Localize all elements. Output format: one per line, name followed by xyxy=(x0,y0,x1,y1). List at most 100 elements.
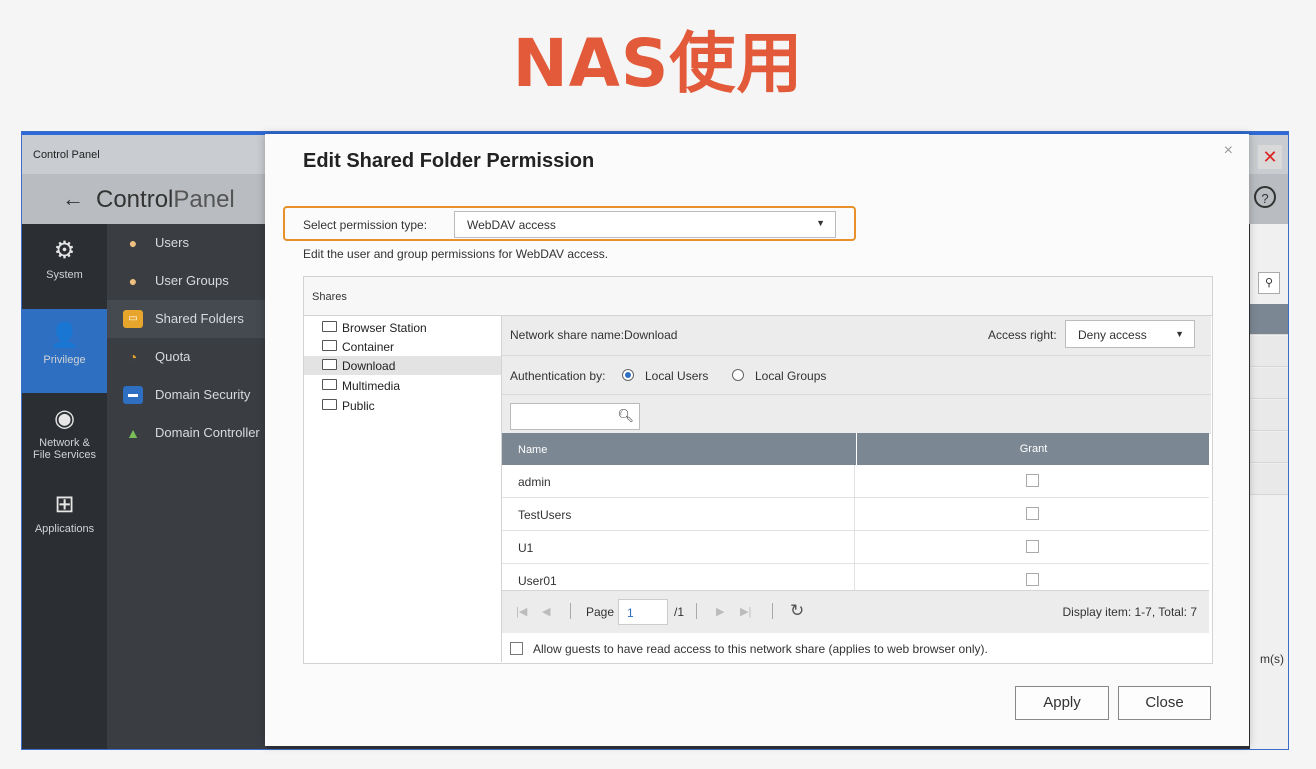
permission-type-label: Select permission type: xyxy=(303,218,428,232)
network-share-name: Network share name:Download xyxy=(510,328,678,342)
submenu-label: User Groups xyxy=(155,273,229,288)
submenu-item-user-groups[interactable]: ● User Groups xyxy=(107,262,267,300)
shares-tree: Browser Station Container Download Multi… xyxy=(304,316,502,662)
control-panel-right-edge xyxy=(1250,224,1288,749)
tree-item[interactable]: Public xyxy=(304,396,501,415)
column-divider xyxy=(854,531,855,563)
shares-header: Shares xyxy=(304,277,1212,316)
column-grant[interactable]: Grant xyxy=(856,433,1210,465)
help-icon[interactable]: ? xyxy=(1254,186,1276,208)
right-edge-row xyxy=(1250,304,1288,335)
permission-table: Name Grant admin TestUsers U1 User01 xyxy=(502,433,1209,590)
dialog-close-icon[interactable]: × xyxy=(1224,142,1233,160)
access-right-select[interactable]: Deny access ▼ xyxy=(1065,320,1195,348)
rail-label-system: System xyxy=(46,269,83,281)
prev-page-icon[interactable]: ◀ xyxy=(542,605,550,618)
column-divider xyxy=(854,564,855,590)
rail-label-file-services: File Services xyxy=(33,449,96,461)
grant-checkbox[interactable] xyxy=(1026,573,1039,586)
grant-checkbox[interactable] xyxy=(1026,474,1039,487)
back-arrow-icon[interactable]: ← xyxy=(62,186,84,212)
row-name: TestUsers xyxy=(518,508,572,522)
tree-item-selected[interactable]: Download xyxy=(304,356,501,375)
submenu-label: Domain Security xyxy=(155,387,251,402)
auth-bar: Authentication by: Local Users Local Gro… xyxy=(502,356,1211,395)
shared-folder-icon: ▭ xyxy=(123,310,143,328)
column-name[interactable]: Name xyxy=(518,444,547,456)
shares-header-label: Shares xyxy=(312,291,347,303)
submenu-item-users[interactable]: ● Users xyxy=(107,224,267,262)
tree-item-label: Public xyxy=(342,399,375,413)
next-page-icon[interactable]: ▶ xyxy=(716,605,724,618)
refresh-icon[interactable]: ↻ xyxy=(790,601,804,621)
divider xyxy=(772,603,773,619)
tree-item[interactable]: Browser Station xyxy=(304,318,501,337)
rail-item-privilege[interactable]: 👤 Privilege xyxy=(22,309,107,393)
permission-description: Edit the user and group permissions for … xyxy=(303,247,609,261)
submenu-label: Shared Folders xyxy=(155,311,244,326)
guest-access-checkbox[interactable] xyxy=(510,642,523,655)
table-row[interactable]: admin xyxy=(502,465,1209,498)
table-row[interactable]: User01 xyxy=(502,564,1209,590)
search-bar: 🔍︎ xyxy=(502,395,1211,434)
search-input[interactable]: 🔍︎ xyxy=(510,403,640,430)
privilege-submenu: ● Users ● User Groups ▭ Shared Folders ◔… xyxy=(107,224,267,749)
quota-icon: ◔ xyxy=(128,349,138,365)
submenu-item-domain-security[interactable]: ▬ Domain Security xyxy=(107,376,267,414)
row-name: User01 xyxy=(518,574,557,588)
folder-icon xyxy=(322,359,337,370)
grant-checkbox[interactable] xyxy=(1026,540,1039,553)
first-page-icon[interactable]: |◀ xyxy=(516,605,527,618)
table-row[interactable]: TestUsers xyxy=(502,498,1209,531)
folder-icon xyxy=(322,321,337,332)
access-right-value: Deny access xyxy=(1078,328,1147,342)
pagination-bar: |◀ ◀ Page 1 /1 ▶ ▶| ↻ Display item: 1-7,… xyxy=(502,590,1209,633)
last-page-icon[interactable]: ▶| xyxy=(740,605,751,618)
dialog-title: Edit Shared Folder Permission xyxy=(303,150,595,172)
close-button[interactable]: Close xyxy=(1118,686,1211,720)
page-input[interactable]: 1 xyxy=(618,599,668,625)
tree-item[interactable]: Multimedia xyxy=(304,376,501,395)
table-row[interactable]: U1 xyxy=(502,531,1209,564)
user-icon: ● xyxy=(128,235,138,251)
right-edge-row xyxy=(1250,368,1288,399)
folder-icon xyxy=(322,399,337,410)
divider xyxy=(570,603,571,619)
submenu-item-domain-controller[interactable]: ▲ Domain Controller xyxy=(107,414,267,452)
column-divider xyxy=(854,498,855,530)
search-icon[interactable]: ⚲ xyxy=(1258,272,1280,294)
permission-type-select[interactable]: WebDAV access ▼ xyxy=(454,211,836,238)
rail-item-applications[interactable]: ⊞ Applications xyxy=(22,490,107,560)
submenu-label: Domain Controller xyxy=(155,425,260,440)
table-header: Name Grant xyxy=(502,433,1209,465)
submenu-item-quota[interactable]: ◔ Quota xyxy=(107,338,267,376)
window-close-button[interactable]: ✕ xyxy=(1258,145,1282,169)
right-edge-row xyxy=(1250,400,1288,431)
radio-local-users[interactable] xyxy=(622,369,634,381)
tree-item[interactable]: Container xyxy=(304,337,501,356)
rail-label-privilege: Privilege xyxy=(43,354,86,366)
heading-part-b: Panel xyxy=(173,186,235,213)
access-right-label: Access right: xyxy=(988,328,1057,342)
page-total: /1 xyxy=(674,605,685,619)
auth-label: Authentication by: xyxy=(510,369,606,383)
guest-access-label: Allow guests to have read access to this… xyxy=(533,642,988,656)
rail-item-system[interactable]: ⚙ System xyxy=(22,236,107,306)
column-divider xyxy=(854,465,855,497)
right-edge-row xyxy=(1250,464,1288,495)
folder-icon xyxy=(322,379,337,390)
radio-local-groups[interactable] xyxy=(732,369,744,381)
shares-panel: Shares Browser Station Container Downloa… xyxy=(303,276,1213,664)
rail-item-network[interactable]: ◉ Network & File Services xyxy=(22,404,107,474)
grant-checkbox[interactable] xyxy=(1026,507,1039,520)
right-edge-text: m(s) xyxy=(1260,652,1284,666)
submenu-item-shared-folders[interactable]: ▭ Shared Folders xyxy=(107,300,267,338)
share-info-bar: Network share name:Download Access right… xyxy=(502,316,1211,356)
person-icon: 👤 xyxy=(49,322,80,349)
submenu-label: Users xyxy=(155,235,189,250)
nav-rail: ⚙ System 👤 Privilege ◉ Network & File Se… xyxy=(22,224,107,749)
apply-button[interactable]: Apply xyxy=(1015,686,1109,720)
heading-part-a: Control xyxy=(96,186,174,213)
tree-item-label: Browser Station xyxy=(342,321,427,335)
radio-local-groups-label: Local Groups xyxy=(755,369,827,383)
